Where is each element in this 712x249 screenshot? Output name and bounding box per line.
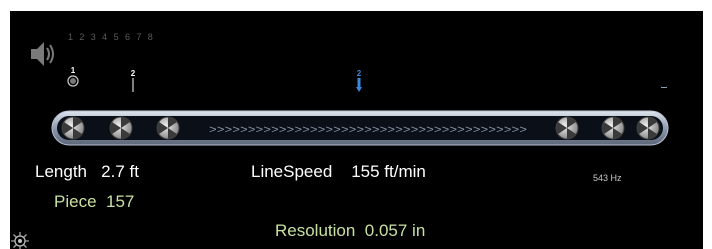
belt-direction-arrows: >>>>>>>>>>>>>>>>>>>>>>>>>>>>>>>>>>>>>>>>… [209, 125, 527, 137]
roller-icon [555, 116, 579, 140]
marker-label: 2 [356, 69, 362, 78]
roller-icon [61, 116, 85, 140]
linespeed-label: LineSpeed [251, 162, 333, 181]
length-readout: Length 2.7 ft [35, 162, 139, 182]
roller-icon [636, 116, 660, 140]
sensor-marker-3[interactable]: 2 [355, 69, 363, 94]
resolution-value: 0.057 in [364, 221, 426, 240]
piece-label: Piece [54, 192, 97, 211]
channel-4[interactable]: 4 [102, 32, 113, 42]
settings-gear-icon[interactable] [10, 231, 30, 249]
dash-indicator [661, 87, 667, 88]
channel-1[interactable]: 1 [68, 32, 79, 42]
marker-label: 2 [130, 69, 136, 78]
linespeed-readout: LineSpeed 155 ft/min [251, 162, 426, 182]
marker-line-icon [132, 78, 134, 92]
channel-5[interactable]: 5 [114, 32, 125, 42]
length-value: 2.7 ft [101, 162, 139, 181]
roller-icon [109, 116, 133, 140]
blue-marker-icon [356, 78, 362, 92]
conveyor-belt: >>>>>>>>>>>>>>>>>>>>>>>>>>>>>>>>>>>>>>>>… [51, 110, 669, 146]
speaker-icon[interactable] [29, 39, 57, 74]
channel-8[interactable]: 8 [148, 32, 159, 42]
marker-label: 1 [70, 66, 76, 75]
frequency-readout: 543 Hz [593, 173, 622, 183]
length-label: Length [35, 162, 87, 181]
resolution-readout: Resolution 0.057 in [275, 221, 425, 241]
sensor-icon [67, 75, 79, 87]
resolution-label: Resolution [275, 221, 356, 240]
channel-6[interactable]: 6 [125, 32, 136, 42]
channel-7[interactable]: 7 [136, 32, 147, 42]
piece-readout: Piece 157 [54, 192, 134, 212]
piece-value: 157 [105, 192, 135, 211]
linespeed-value: 155 ft/min [351, 162, 426, 181]
roller-icon [601, 116, 625, 140]
roller-icon [156, 116, 180, 140]
sensor-marker-2[interactable]: 2 [130, 69, 136, 94]
sensor-marker-1[interactable]: 1 [67, 66, 79, 89]
channel-3[interactable]: 3 [91, 32, 102, 42]
channel-2[interactable]: 2 [79, 32, 90, 42]
channel-selector: 1 2 3 4 5 6 7 8 [68, 32, 159, 42]
conveyor-panel: 1 2 3 4 5 6 7 8 1 2 2 >>>>>>>>>>>>>>>>>>… [10, 11, 703, 249]
